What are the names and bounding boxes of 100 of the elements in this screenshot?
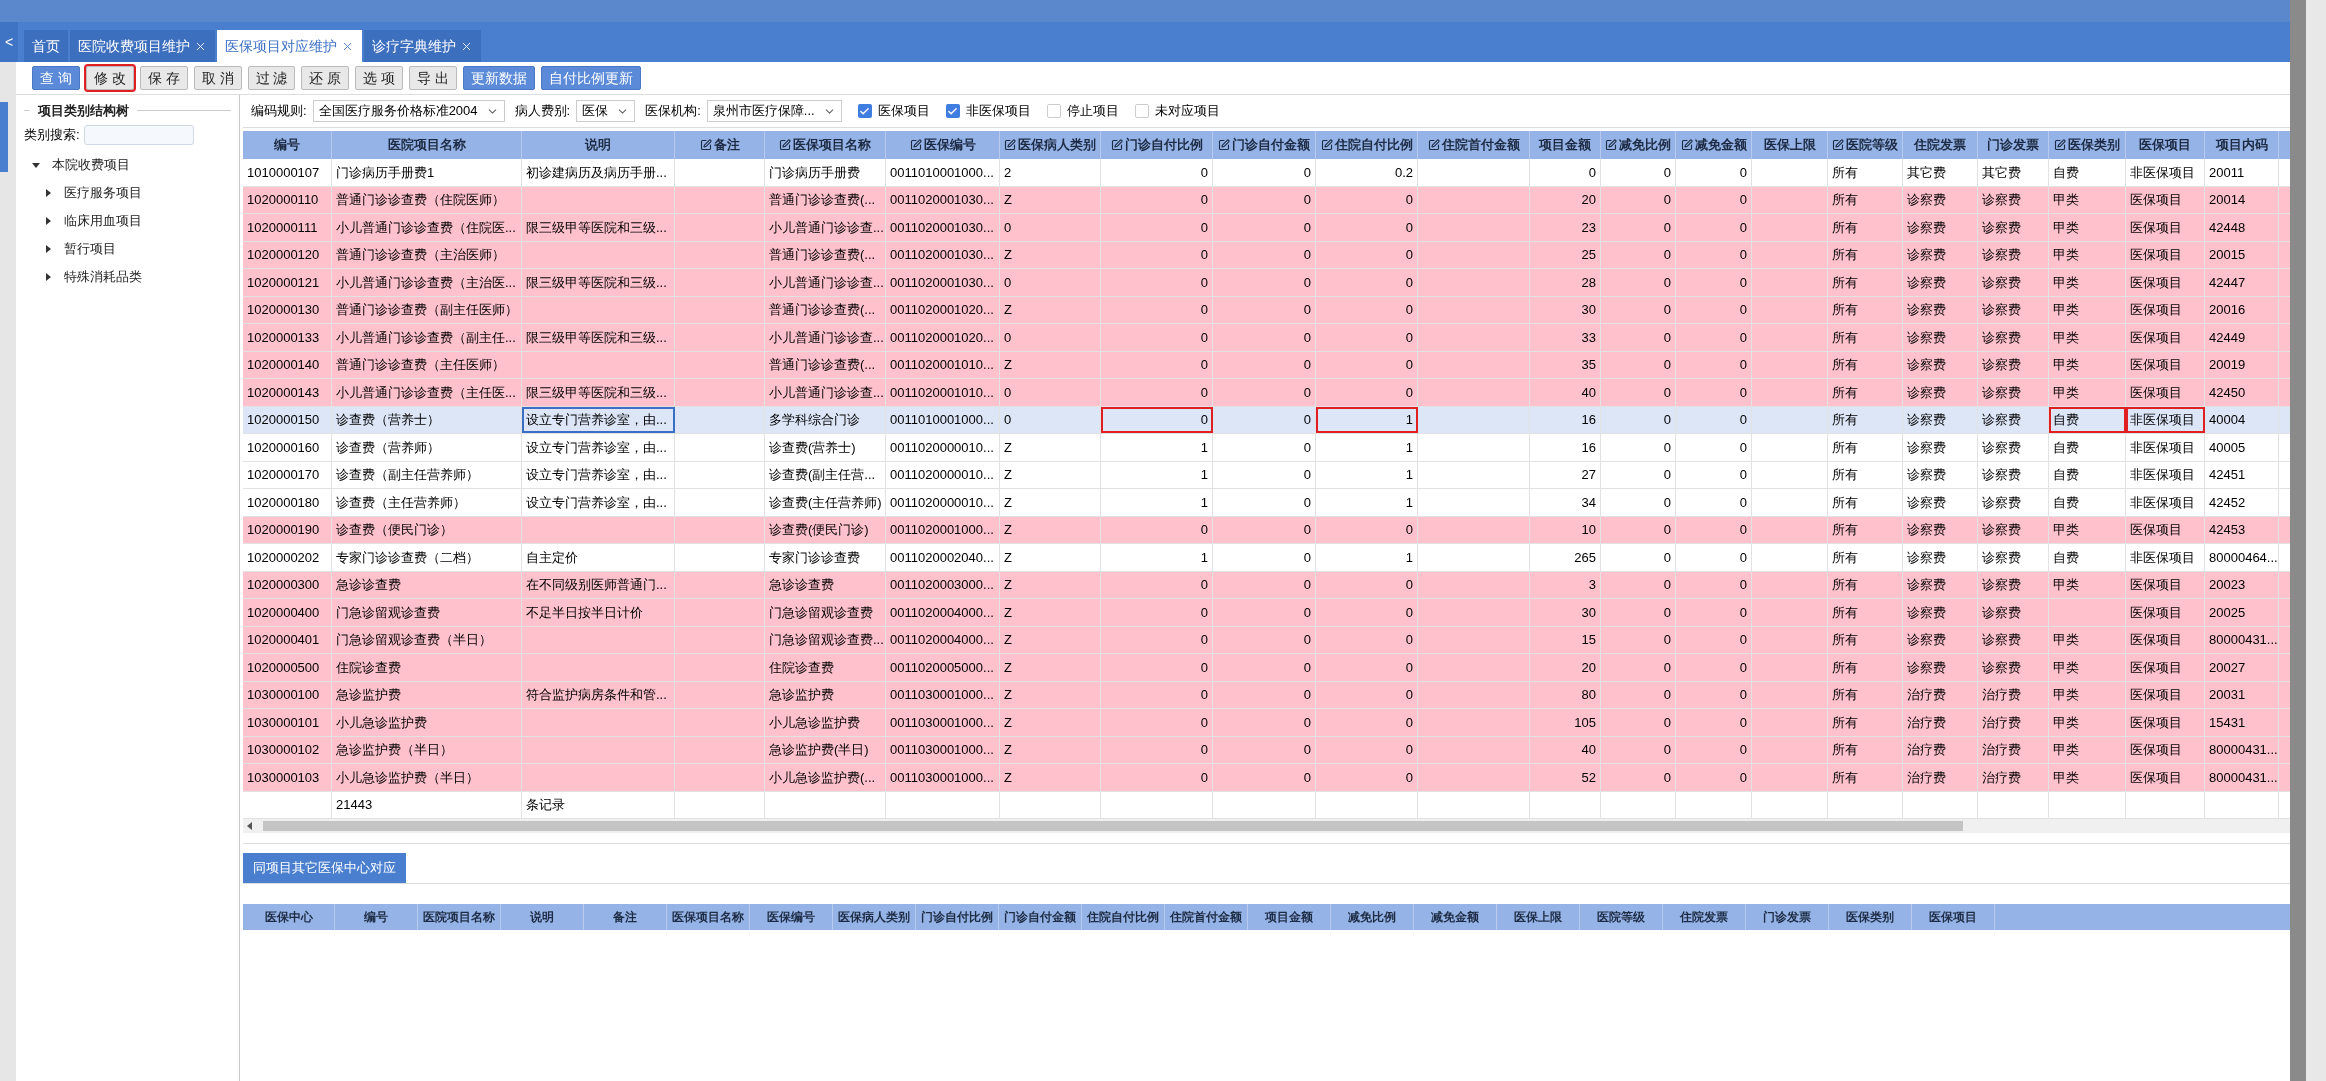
table-cell: 40004 bbox=[2205, 406, 2279, 433]
tab[interactable]: 首页 bbox=[24, 30, 68, 62]
tree-item[interactable]: 本院收费项目 bbox=[52, 154, 130, 175]
checkbox[interactable] bbox=[945, 104, 960, 118]
toolbar-button[interactable]: 过 滤 bbox=[247, 66, 296, 90]
table-row[interactable]: 1020000111 小儿普通门诊诊查费（住院医... 限三级甲等医院和三级... 小儿普通门诊诊查... 0011020001030... 0 0 0 0 23 0 0 所有 诊察费 诊察费 甲类 医保项目 42448 bbox=[243, 214, 2290, 242]
table-cell: 0 bbox=[1676, 764, 1752, 791]
table-cell: 甲类 bbox=[2049, 351, 2126, 378]
checkbox[interactable] bbox=[1046, 104, 1061, 118]
toolbar-button[interactable]: 保 存 bbox=[139, 66, 188, 90]
search-field[interactable] bbox=[83, 124, 194, 145]
checkbox[interactable] bbox=[857, 104, 872, 118]
table-row[interactable]: 1020000143 小儿普通门诊诊查费（主任医... 限三级甲等医院和三级... 小儿普通门诊诊查... 0011020001010... 0 0 0 0 40 0 0 所有 诊察费 诊察费 甲类 医保项目 42450 bbox=[243, 379, 2290, 407]
column-header[interactable]: 说明 bbox=[501, 903, 584, 930]
caret-icon[interactable] bbox=[44, 216, 52, 225]
tree-item[interactable]: 临床用血项目 bbox=[64, 210, 142, 231]
table-row[interactable]: 1020000130 普通门诊诊查费（副主任医师） 普通门诊诊查费(... 0011020001020... Z 0 0 0 30 0 0 所有 诊察费 诊察费 甲类 医保项目 20016 bbox=[243, 296, 2290, 324]
table-cell: 甲类 bbox=[2049, 324, 2126, 351]
caret-icon[interactable] bbox=[32, 160, 40, 169]
toolbar-button[interactable]: 查 询 bbox=[32, 66, 80, 90]
table-row[interactable]: 1030000103 小儿急诊监护费（半日） 小儿急诊监护费(... 0011030001000... Z 0 0 0 52 0 0 所有 治疗费 治疗费 甲类 医保项目 80000431... bbox=[243, 764, 2290, 792]
table-row[interactable]: 1020000110 普通门诊诊查费（住院医师） 普通门诊诊查费(... 0011020001030... Z 0 0 0 20 0 0 所有 诊察费 诊察费 甲类 医保项目 20014 bbox=[243, 186, 2290, 214]
tab[interactable]: 同项目其它医保中心对应 bbox=[243, 852, 406, 883]
caret-icon[interactable] bbox=[44, 188, 52, 197]
table-cell: Z bbox=[1000, 434, 1101, 461]
table-cell: 其它费 bbox=[1978, 159, 2049, 186]
table-cell: 0011020001010... bbox=[886, 379, 1000, 406]
column-header[interactable]: 备注 bbox=[584, 903, 667, 930]
table-cell: 27 bbox=[1530, 461, 1601, 488]
table-cell: Z bbox=[1000, 351, 1101, 378]
toolbar-button[interactable]: 选 项 bbox=[355, 66, 404, 90]
table-row[interactable]: 1020000500 住院诊查费 住院诊查费 0011020005000... Z 0 0 0 20 0 0 所有 诊察费 诊察费 甲类 医保项目 20027 bbox=[243, 654, 2290, 682]
column-header[interactable]: 医保类别 bbox=[1829, 903, 1912, 930]
table-row[interactable]: 1020000400 门急诊留观诊查费 不足半日按半日计价 门急诊留观诊查费 0011020004000... Z 0 0 0 30 0 0 所有 诊察费 诊察费 医保项目 20025 bbox=[243, 599, 2290, 627]
column-header[interactable]: 门诊自付金额 bbox=[999, 903, 1082, 930]
column-header[interactable]: 住院发票 bbox=[1663, 903, 1746, 930]
table-cell: 诊查费(营养士) bbox=[765, 434, 886, 461]
column-header[interactable]: 减免比例 bbox=[1331, 903, 1414, 930]
table-row[interactable]: 1020000180 诊查费（主任营养师） 设立专门营养诊室，由... 诊查费(主任营养师) 0011020000010... Z 1 0 1 34 0 0 所有 诊察费 诊察费 自费 非医保项目 42452 bbox=[243, 489, 2290, 517]
toolbar-button[interactable]: 更新数据 bbox=[463, 66, 536, 90]
toolbar-button[interactable]: 还 原 bbox=[301, 66, 350, 90]
column-header[interactable]: 医院等级 bbox=[1580, 903, 1663, 930]
column-header[interactable]: 医保项目名称 bbox=[667, 903, 750, 930]
column-header[interactable]: 门诊自付比例 bbox=[916, 903, 999, 930]
table-row[interactable]: 1020000133 小儿普通门诊诊查费（副主任... 限三级甲等医院和三级... 小儿普通门诊诊查... 0011020001020... 0 0 0 0 33 0 0 所有 诊察费 诊察费 甲类 医保项目 42449 bbox=[243, 324, 2290, 352]
column-header[interactable]: 医保上限 bbox=[1497, 903, 1580, 930]
tree-item[interactable]: 特殊消耗品类 bbox=[64, 266, 142, 287]
table-cell: 15431 bbox=[2205, 709, 2279, 736]
scrollbar-thumb[interactable] bbox=[263, 820, 1963, 831]
table-cell: 0011030001000... bbox=[886, 736, 1000, 763]
column-header[interactable]: 编号 bbox=[335, 903, 418, 930]
tab[interactable]: 医院收费项目维护 bbox=[70, 30, 215, 62]
dropdown[interactable]: 泉州市医疗保障... bbox=[706, 100, 842, 122]
table-row[interactable]: 1020000401 门急诊留观诊查费（半日） 门急诊留观诊查费... 0011020004000... Z 0 0 0 15 0 0 所有 诊察费 诊察费 甲类 医保项目 80000431... bbox=[243, 626, 2290, 654]
caret-icon[interactable] bbox=[44, 272, 52, 281]
table-row[interactable]: 1030000100 急诊监护费 符合监护病房条件和管... 急诊监护费 0011030001000... Z 0 0 0 80 0 0 所有 治疗费 治疗费 甲类 医保项目 20031 bbox=[243, 681, 2290, 709]
column-header[interactable]: 住院首付金额 bbox=[1165, 903, 1248, 930]
column-header[interactable]: 减免金额 bbox=[1414, 903, 1497, 930]
table-cell: 80 bbox=[1530, 681, 1601, 708]
table-row[interactable]: 1020000300 急诊诊查费 在不同级别医师普通门... 急诊诊查费 0011020003000... Z 0 0 0 3 0 0 所有 诊察费 诊察费 甲类 医保项目 20023 bbox=[243, 571, 2290, 599]
table-row[interactable]: 1020000120 普通门诊诊查费（主治医师） 普通门诊诊查费(... 0011020001030... Z 0 0 0 25 0 0 所有 诊察费 诊察费 甲类 医保项目 20015 bbox=[243, 241, 2290, 269]
dropdown[interactable]: 医保 bbox=[576, 100, 636, 122]
table-row[interactable]: 1020000140 普通门诊诊查费（主任医师） 普通门诊诊查费(... 0011020001010... Z 0 0 0 35 0 0 所有 诊察费 诊察费 甲类 医保项目 20019 bbox=[243, 351, 2290, 379]
table-cell: 甲类 bbox=[2049, 654, 2126, 681]
tab[interactable]: 医保项目对应维护 bbox=[217, 30, 362, 62]
column-header[interactable]: 医保病人类别 bbox=[833, 903, 916, 930]
table-row[interactable]: 1030000102 急诊监护费（半日） 急诊监护费(半日) 0011030001000... Z 0 0 0 40 0 0 所有 治疗费 治疗费 甲类 医保项目 80000431... bbox=[243, 736, 2290, 764]
table-row[interactable]: 1030000101 小儿急诊监护费 小儿急诊监护费 0011030001000... Z 0 0 0 105 0 0 所有 治疗费 治疗费 甲类 医保项目 15431 bbox=[243, 709, 2290, 737]
table-row[interactable]: 1010000107 门诊病历手册费1 初诊建病历及病历手册... 门诊病历手册费 0011010001000... 2 0 0 0.2 0 0 0 所有 其它费 其它费 自费 非医保项目 20011 bbox=[243, 159, 2290, 187]
table-row[interactable]: 1020000150 诊查费（营养士） 设立专门营养诊室，由... 多学科综合门诊 0011010001000... 0 0 0 1 16 0 0 所有 诊察费 诊察费 自费 非医保项目 40004 bbox=[243, 406, 2290, 434]
table-cell: 非医保项目 bbox=[2126, 406, 2205, 433]
column-header[interactable]: 医院项目名称 bbox=[418, 903, 501, 930]
table-row[interactable]: 1020000160 诊查费（营养师） 设立专门营养诊室，由... 诊查费(营养士) 0011020000010... Z 1 0 1 16 0 0 所有 诊察费 诊察费 自费 非医保项目 40005 bbox=[243, 434, 2290, 462]
back-button[interactable]: < bbox=[0, 22, 18, 62]
dropdown[interactable]: 全国医疗服务价格标准2004 bbox=[312, 100, 505, 122]
table-row[interactable]: 1020000170 诊查费（副主任营养师） 设立专门营养诊室，由... 诊查费(副主任营... 0011020000010... Z 1 0 1 27 0 0 所有 诊察费 诊察费 自费 非医保项目 42451 bbox=[243, 461, 2290, 489]
vertical-scrollbar[interactable] bbox=[2290, 0, 2306, 1081]
table-row[interactable]: 1020000190 诊查费（便民门诊） 诊查费(便民门诊) 0011020001000... Z 0 0 0 10 0 0 所有 诊察费 诊察费 甲类 医保项目 42453 bbox=[243, 516, 2290, 544]
column-header[interactable]: 门诊发票 bbox=[1746, 903, 1829, 930]
column-header[interactable]: 医保项目 bbox=[1912, 903, 1995, 930]
table-cell: 0 bbox=[1101, 159, 1213, 186]
column-header[interactable]: 住院自付比例 bbox=[1082, 903, 1165, 930]
checkbox[interactable] bbox=[1134, 104, 1149, 118]
toolbar-button[interactable]: 取 消 bbox=[193, 66, 242, 90]
column-header[interactable]: 医保编号 bbox=[750, 903, 833, 930]
toolbar-button[interactable]: 导 出 bbox=[409, 66, 458, 90]
tree-item[interactable]: 暂行项目 bbox=[64, 238, 116, 259]
table-row[interactable]: 1020000202 专家门诊诊查费（二档） 自主定价 专家门诊诊查费 0011020002040... Z 1 0 1 265 0 0 所有 诊察费 诊察费 自费 非医保项目 80000464... bbox=[243, 544, 2290, 572]
table-cell: 20027 bbox=[2205, 654, 2279, 681]
table-cell: 0 bbox=[1676, 406, 1752, 433]
tab[interactable]: 诊疗字典维护 bbox=[364, 30, 481, 62]
toolbar-button[interactable]: 自付比例更新 bbox=[541, 66, 642, 90]
table-cell: 0 bbox=[1676, 571, 1752, 598]
table-row[interactable]: 1020000121 小儿普通门诊诊查费（主治医... 限三级甲等医院和三级... 小儿普通门诊诊查... 0011020001030... 0 0 0 0 28 0 0 所有 诊察费 诊察费 甲类 医保项目 42447 bbox=[243, 269, 2290, 297]
tree-item[interactable]: 医疗服务项目 bbox=[64, 182, 142, 203]
caret-icon[interactable] bbox=[44, 244, 52, 253]
column-header[interactable]: 医保中心 bbox=[243, 903, 335, 930]
toolbar-button[interactable]: 修 改 bbox=[85, 66, 134, 90]
column-header[interactable]: 项目金额 bbox=[1248, 903, 1331, 930]
table-cell: 治疗费 bbox=[1978, 681, 2049, 708]
